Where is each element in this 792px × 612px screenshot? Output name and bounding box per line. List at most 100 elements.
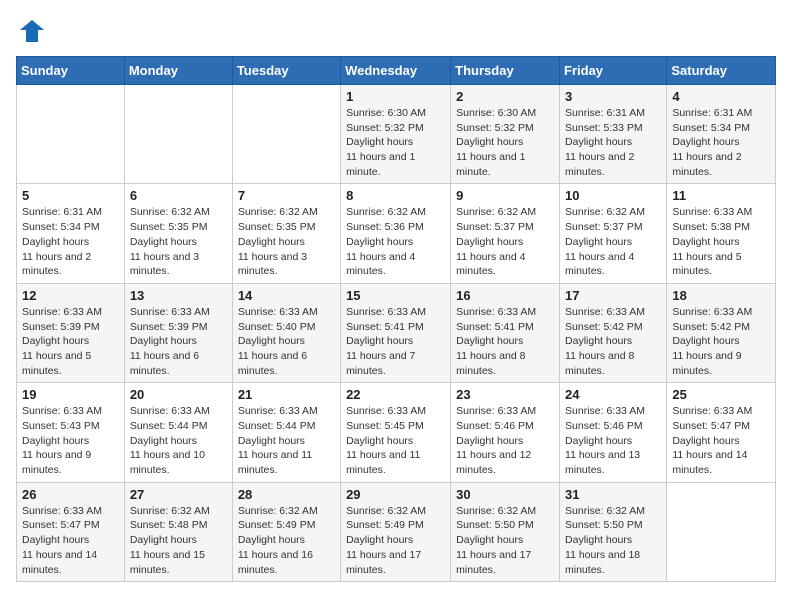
day-number: 11 — [672, 188, 770, 203]
day-number: 13 — [130, 288, 227, 303]
day-info: Sunrise: 6:33 AMSunset: 5:38 PMDaylight … — [672, 205, 770, 278]
day-info: Sunrise: 6:32 AMSunset: 5:35 PMDaylight … — [238, 205, 335, 278]
weekday-header: Thursday — [451, 57, 560, 85]
calendar-cell: 15 Sunrise: 6:33 AMSunset: 5:41 PMDaylig… — [341, 283, 451, 382]
page-header — [16, 16, 776, 46]
calendar-cell: 27 Sunrise: 6:32 AMSunset: 5:48 PMDaylig… — [124, 482, 232, 581]
day-info: Sunrise: 6:33 AMSunset: 5:44 PMDaylight … — [130, 404, 227, 477]
day-info: Sunrise: 6:30 AMSunset: 5:32 PMDaylight … — [346, 106, 445, 179]
day-info: Sunrise: 6:33 AMSunset: 5:47 PMDaylight … — [22, 504, 119, 577]
day-number: 16 — [456, 288, 554, 303]
day-info: Sunrise: 6:33 AMSunset: 5:40 PMDaylight … — [238, 305, 335, 378]
calendar-cell: 7 Sunrise: 6:32 AMSunset: 5:35 PMDayligh… — [232, 184, 340, 283]
weekday-header: Sunday — [17, 57, 125, 85]
calendar-week-row: 1 Sunrise: 6:30 AMSunset: 5:32 PMDayligh… — [17, 85, 776, 184]
day-info: Sunrise: 6:32 AMSunset: 5:48 PMDaylight … — [130, 504, 227, 577]
weekday-header: Saturday — [667, 57, 776, 85]
day-number: 4 — [672, 89, 770, 104]
day-info: Sunrise: 6:32 AMSunset: 5:49 PMDaylight … — [346, 504, 445, 577]
day-number: 8 — [346, 188, 445, 203]
calendar-week-row: 19 Sunrise: 6:33 AMSunset: 5:43 PMDaylig… — [17, 383, 776, 482]
day-number: 25 — [672, 387, 770, 402]
day-number: 17 — [565, 288, 661, 303]
day-number: 12 — [22, 288, 119, 303]
calendar-cell — [667, 482, 776, 581]
weekday-header: Tuesday — [232, 57, 340, 85]
day-info: Sunrise: 6:33 AMSunset: 5:47 PMDaylight … — [672, 404, 770, 477]
day-number: 22 — [346, 387, 445, 402]
day-info: Sunrise: 6:32 AMSunset: 5:36 PMDaylight … — [346, 205, 445, 278]
calendar-cell: 26 Sunrise: 6:33 AMSunset: 5:47 PMDaylig… — [17, 482, 125, 581]
calendar-cell: 24 Sunrise: 6:33 AMSunset: 5:46 PMDaylig… — [560, 383, 667, 482]
calendar-cell: 20 Sunrise: 6:33 AMSunset: 5:44 PMDaylig… — [124, 383, 232, 482]
day-number: 31 — [565, 487, 661, 502]
calendar-cell: 9 Sunrise: 6:32 AMSunset: 5:37 PMDayligh… — [451, 184, 560, 283]
day-number: 15 — [346, 288, 445, 303]
day-info: Sunrise: 6:32 AMSunset: 5:50 PMDaylight … — [565, 504, 661, 577]
day-number: 30 — [456, 487, 554, 502]
calendar-cell: 21 Sunrise: 6:33 AMSunset: 5:44 PMDaylig… — [232, 383, 340, 482]
day-info: Sunrise: 6:31 AMSunset: 5:34 PMDaylight … — [672, 106, 770, 179]
day-number: 6 — [130, 188, 227, 203]
day-number: 29 — [346, 487, 445, 502]
calendar-week-row: 26 Sunrise: 6:33 AMSunset: 5:47 PMDaylig… — [17, 482, 776, 581]
calendar-week-row: 12 Sunrise: 6:33 AMSunset: 5:39 PMDaylig… — [17, 283, 776, 382]
day-info: Sunrise: 6:32 AMSunset: 5:37 PMDaylight … — [456, 205, 554, 278]
calendar-cell: 2 Sunrise: 6:30 AMSunset: 5:32 PMDayligh… — [451, 85, 560, 184]
day-info: Sunrise: 6:32 AMSunset: 5:37 PMDaylight … — [565, 205, 661, 278]
day-info: Sunrise: 6:33 AMSunset: 5:42 PMDaylight … — [565, 305, 661, 378]
day-number: 23 — [456, 387, 554, 402]
calendar-cell — [232, 85, 340, 184]
calendar-cell: 17 Sunrise: 6:33 AMSunset: 5:42 PMDaylig… — [560, 283, 667, 382]
calendar-cell: 30 Sunrise: 6:32 AMSunset: 5:50 PMDaylig… — [451, 482, 560, 581]
calendar-cell: 18 Sunrise: 6:33 AMSunset: 5:42 PMDaylig… — [667, 283, 776, 382]
logo-icon — [16, 16, 46, 46]
day-number: 7 — [238, 188, 335, 203]
day-info: Sunrise: 6:33 AMSunset: 5:45 PMDaylight … — [346, 404, 445, 477]
day-number: 10 — [565, 188, 661, 203]
calendar-cell: 31 Sunrise: 6:32 AMSunset: 5:50 PMDaylig… — [560, 482, 667, 581]
calendar-cell: 8 Sunrise: 6:32 AMSunset: 5:36 PMDayligh… — [341, 184, 451, 283]
calendar-week-row: 5 Sunrise: 6:31 AMSunset: 5:34 PMDayligh… — [17, 184, 776, 283]
calendar-cell: 28 Sunrise: 6:32 AMSunset: 5:49 PMDaylig… — [232, 482, 340, 581]
day-info: Sunrise: 6:32 AMSunset: 5:50 PMDaylight … — [456, 504, 554, 577]
logo — [16, 16, 50, 46]
day-number: 5 — [22, 188, 119, 203]
day-info: Sunrise: 6:33 AMSunset: 5:46 PMDaylight … — [565, 404, 661, 477]
day-info: Sunrise: 6:33 AMSunset: 5:43 PMDaylight … — [22, 404, 119, 477]
day-number: 3 — [565, 89, 661, 104]
day-info: Sunrise: 6:33 AMSunset: 5:39 PMDaylight … — [22, 305, 119, 378]
weekday-header-row: SundayMondayTuesdayWednesdayThursdayFrid… — [17, 57, 776, 85]
day-number: 20 — [130, 387, 227, 402]
calendar-cell: 4 Sunrise: 6:31 AMSunset: 5:34 PMDayligh… — [667, 85, 776, 184]
calendar-cell: 1 Sunrise: 6:30 AMSunset: 5:32 PMDayligh… — [341, 85, 451, 184]
day-info: Sunrise: 6:32 AMSunset: 5:49 PMDaylight … — [238, 504, 335, 577]
calendar-cell: 5 Sunrise: 6:31 AMSunset: 5:34 PMDayligh… — [17, 184, 125, 283]
calendar-cell: 22 Sunrise: 6:33 AMSunset: 5:45 PMDaylig… — [341, 383, 451, 482]
day-number: 21 — [238, 387, 335, 402]
day-info: Sunrise: 6:32 AMSunset: 5:35 PMDaylight … — [130, 205, 227, 278]
calendar-cell: 29 Sunrise: 6:32 AMSunset: 5:49 PMDaylig… — [341, 482, 451, 581]
day-number: 26 — [22, 487, 119, 502]
day-number: 14 — [238, 288, 335, 303]
weekday-header: Monday — [124, 57, 232, 85]
calendar-cell: 12 Sunrise: 6:33 AMSunset: 5:39 PMDaylig… — [17, 283, 125, 382]
calendar-cell — [17, 85, 125, 184]
calendar-cell: 16 Sunrise: 6:33 AMSunset: 5:41 PMDaylig… — [451, 283, 560, 382]
day-info: Sunrise: 6:33 AMSunset: 5:42 PMDaylight … — [672, 305, 770, 378]
weekday-header: Friday — [560, 57, 667, 85]
day-info: Sunrise: 6:33 AMSunset: 5:46 PMDaylight … — [456, 404, 554, 477]
day-number: 27 — [130, 487, 227, 502]
day-number: 18 — [672, 288, 770, 303]
day-number: 9 — [456, 188, 554, 203]
day-number: 1 — [346, 89, 445, 104]
calendar-cell — [124, 85, 232, 184]
day-number: 2 — [456, 89, 554, 104]
day-info: Sunrise: 6:33 AMSunset: 5:44 PMDaylight … — [238, 404, 335, 477]
day-info: Sunrise: 6:33 AMSunset: 5:39 PMDaylight … — [130, 305, 227, 378]
calendar-cell: 6 Sunrise: 6:32 AMSunset: 5:35 PMDayligh… — [124, 184, 232, 283]
day-number: 19 — [22, 387, 119, 402]
calendar-table: SundayMondayTuesdayWednesdayThursdayFrid… — [16, 56, 776, 582]
day-number: 28 — [238, 487, 335, 502]
weekday-header: Wednesday — [341, 57, 451, 85]
